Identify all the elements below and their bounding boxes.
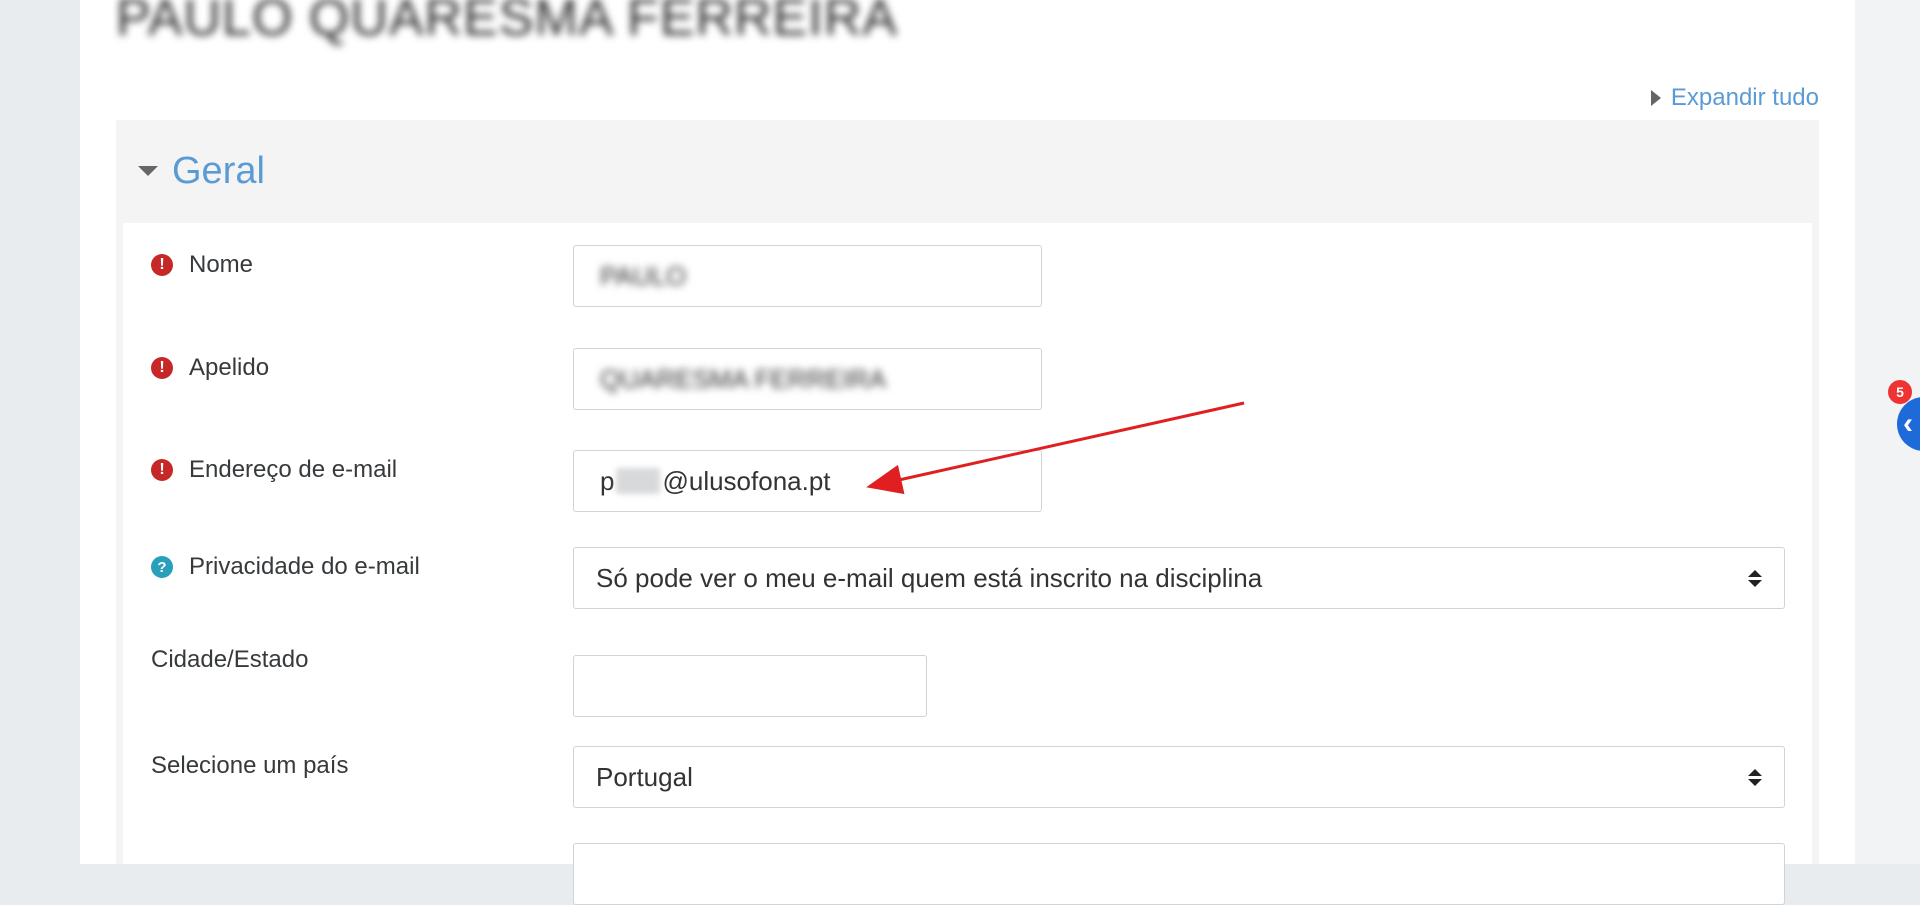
first-name-value: PAULO: [600, 260, 687, 291]
select-arrows-icon: [1748, 569, 1762, 587]
last-name-value: QUARESMA FERREIRA: [600, 363, 887, 394]
email-label-text: Endereço de e-mail: [189, 456, 398, 483]
required-icon: !: [151, 459, 173, 481]
city-label: Cidade/Estado: [151, 646, 308, 674]
help-icon[interactable]: ?: [151, 556, 173, 578]
required-icon: !: [151, 254, 173, 276]
general-section: Geral ! Nome PAULO ! Apelido QUARESMA FE…: [116, 120, 1819, 905]
email-label: ! Endereço de e-mail: [151, 456, 397, 484]
first-name-label: ! Nome: [151, 251, 253, 279]
page-title: PAULO QUARESMA FERREIRA: [116, 0, 898, 47]
email-privacy-select[interactable]: Só pode ver o meu e-mail quem está inscr…: [573, 547, 1785, 609]
notification-badge: 5: [1888, 380, 1912, 404]
city-label-text: Cidade/Estado: [151, 646, 309, 673]
email-privacy-label-text: Privacidade do e-mail: [189, 553, 420, 580]
expand-all-link[interactable]: Expandir tudo: [1650, 84, 1819, 112]
select-arrows-icon: [1748, 768, 1762, 786]
chevron-left-icon: ‹: [1903, 407, 1913, 440]
country-label-text: Selecione um país: [151, 752, 349, 779]
first-name-label-text: Nome: [189, 251, 254, 278]
caret-down-icon: [138, 166, 158, 176]
section-title: Geral: [172, 149, 265, 192]
email-privacy-label: ? Privacidade do e-mail: [151, 553, 420, 581]
section-body: ! Nome PAULO ! Apelido QUARESMA FERREIRA: [123, 223, 1812, 905]
profile-edit-card: PAULO QUARESMA FERREIRA Expandir tudo Ge…: [80, 0, 1855, 905]
email-prefix: p: [600, 465, 615, 496]
required-icon: !: [151, 357, 173, 379]
last-name-label-text: Apelido: [189, 354, 270, 381]
city-input[interactable]: [573, 655, 927, 717]
country-select[interactable]: Portugal: [573, 746, 1785, 808]
last-name-label: ! Apelido: [151, 354, 269, 382]
expand-all-label: Expandir tudo: [1670, 84, 1819, 111]
first-name-input[interactable]: PAULO: [573, 245, 1042, 307]
email-redaction: [616, 468, 661, 494]
general-section-toggle[interactable]: Geral: [116, 120, 1819, 222]
caret-right-icon: [1650, 90, 1661, 106]
email-privacy-value: Só pode ver o meu e-mail quem está inscr…: [596, 562, 1263, 593]
country-label: Selecione um país: [151, 752, 348, 780]
next-field-input[interactable]: [573, 843, 1785, 905]
last-name-input[interactable]: QUARESMA FERREIRA: [573, 348, 1042, 410]
country-value: Portugal: [596, 761, 693, 792]
email-domain: @ulusofona.pt: [662, 465, 831, 496]
email-input[interactable]: p @ulusofona.pt: [573, 450, 1042, 512]
